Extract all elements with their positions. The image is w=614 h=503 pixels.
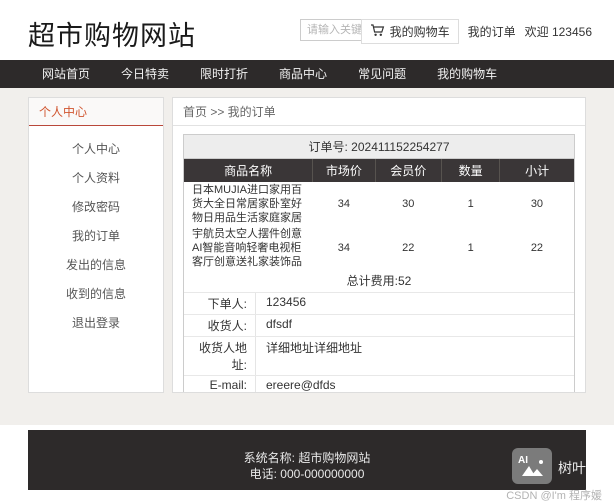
subtotal: 22	[500, 226, 574, 270]
sidebar-item[interactable]: 个人中心	[29, 134, 163, 163]
detail-row: 收货人地址: 详细地址详细地址	[184, 336, 574, 375]
order-number-value: 202411152254277	[351, 140, 449, 154]
watermark-row: AI 树叶云	[506, 448, 602, 484]
order-number-label: 订单号:	[308, 140, 347, 154]
watermark: AI 树叶云 CSDN @I'm 程序媛	[506, 448, 602, 503]
footer-system-value: 超市购物网站	[298, 451, 370, 465]
nav-item[interactable]: 我的购物车	[429, 60, 505, 88]
table-header-cell: 小计	[500, 159, 574, 182]
table-row: 宇航员太空人摆件创意AI智能音响轻奢电视柜客厅创意送礼家装饰品 34 22 1 …	[184, 226, 574, 270]
nav-item[interactable]: 常见问题	[350, 60, 414, 88]
detail-row: 收货人: dfsdf	[184, 314, 574, 336]
site-title: 超市购物网站	[28, 14, 196, 53]
table-header-cell: 市场价	[313, 159, 375, 182]
sidebar-item[interactable]: 发出的信息	[29, 250, 163, 279]
table-header-cell: 数量	[441, 159, 500, 182]
footer-system-name: 系统名称: 超市购物网站	[28, 450, 586, 466]
main-nav: 网站首页 今日特卖 限时打折 商品中心 常见问题 我的购物车	[0, 60, 614, 88]
svg-text:AI: AI	[518, 455, 528, 466]
detail-value: 详细地址详细地址	[256, 337, 574, 375]
main-content: 首页 >> 我的订单 订单号: 202411152254277 商品名称 市场价	[172, 97, 586, 393]
sidebar-item[interactable]: 收到的信息	[29, 279, 163, 308]
sidebar-item[interactable]: 我的订单	[29, 221, 163, 250]
footer-phone-label: 电话:	[250, 467, 277, 481]
order-number-row: 订单号: 202411152254277	[184, 135, 574, 159]
detail-row: E-mail: ereere@dfds	[184, 375, 574, 393]
order-details: 下单人: 123456 收货人: dfsdf 收货人地址: 详细地址详细地址	[184, 292, 574, 393]
member-price: 22	[375, 226, 441, 270]
watermark-credit: CSDN @I'm 程序媛	[506, 487, 602, 503]
detail-label: 收货人:	[184, 315, 256, 336]
breadcrumb[interactable]: 首页 >> 我的订单	[173, 98, 585, 126]
detail-label: E-mail:	[184, 376, 256, 393]
header-cart-link[interactable]: 我的购物车	[361, 19, 459, 44]
quantity: 1	[441, 182, 500, 226]
footer: 系统名称: 超市购物网站 电话: 000-000000000	[28, 430, 586, 490]
quantity: 1	[441, 226, 500, 270]
sidebar: 个人中心 个人中心 个人资料 修改密码 我的订单 发出的信息 收到的信息 退出登…	[28, 97, 164, 393]
nav-list: 网站首页 今日特卖 限时打折 商品中心 常见问题 我的购物车	[0, 60, 614, 88]
market-price: 34	[313, 226, 375, 270]
order-panel: 订单号: 202411152254277 商品名称 市场价 会员价	[183, 134, 575, 393]
member-price: 30	[375, 182, 441, 226]
nav-item[interactable]: 网站首页	[34, 60, 98, 88]
detail-label: 下单人:	[184, 293, 256, 314]
header-cart-label: 我的购物车	[390, 23, 450, 40]
footer-system-label: 系统名称:	[244, 451, 295, 465]
product-name: 日本MUJIA进口家用百货大全日常居家卧室好物日用品生活家庭家居	[184, 182, 313, 226]
nav-item[interactable]: 今日特卖	[113, 60, 177, 88]
header-links: 我的购物车 我的订单 欢迎 123456	[361, 19, 592, 44]
welcome-text: 欢迎 123456	[525, 23, 592, 40]
table-header-cell: 会员价	[375, 159, 441, 182]
sidebar-menu: 个人中心 个人资料 修改密码 我的订单 发出的信息 收到的信息 退出登录	[29, 126, 163, 337]
header: 超市购物网站 我的购物车 我的订单 欢迎 123456	[0, 0, 614, 60]
detail-value: 123456	[256, 293, 574, 314]
total-cost: 总计费用:52	[184, 270, 574, 292]
detail-value: dfsdf	[256, 315, 574, 336]
nav-item[interactable]: 限时打折	[192, 60, 256, 88]
market-price: 34	[313, 182, 375, 226]
product-name: 宇航员太空人摆件创意AI智能音响轻奢电视柜客厅创意送礼家装饰品	[184, 226, 313, 270]
table-header-row: 商品名称 市场价 会员价 数量 小计	[184, 159, 574, 182]
ai-image-icon: AI	[512, 448, 552, 484]
content-band: 个人中心 个人中心 个人资料 修改密码 我的订单 发出的信息 收到的信息 退出登…	[0, 88, 614, 425]
watermark-text: 树叶云	[558, 454, 602, 478]
subtotal: 30	[500, 182, 574, 226]
detail-label: 收货人地址:	[184, 337, 256, 375]
detail-value: ereere@dfds	[256, 376, 574, 393]
nav-item[interactable]: 商品中心	[271, 60, 335, 88]
footer-phone-value: 000-000000000	[280, 467, 364, 481]
table-row: 日本MUJIA进口家用百货大全日常居家卧室好物日用品生活家庭家居 34 30 1…	[184, 182, 574, 226]
sidebar-title: 个人中心	[29, 98, 163, 126]
table-header-cell: 商品名称	[184, 159, 313, 182]
sidebar-item[interactable]: 修改密码	[29, 192, 163, 221]
detail-row: 下单人: 123456	[184, 292, 574, 314]
watermark-text-light: 树叶	[558, 460, 586, 476]
order-items-table: 商品名称 市场价 会员价 数量 小计	[184, 159, 574, 270]
cart-icon	[370, 24, 385, 40]
footer-phone: 电话: 000-000000000	[28, 466, 586, 482]
table-body: 日本MUJIA进口家用百货大全日常居家卧室好物日用品生活家庭家居 34 30 1…	[184, 182, 574, 270]
watermark-text-bold: 云	[586, 460, 602, 477]
sidebar-item[interactable]: 个人资料	[29, 163, 163, 192]
header-orders-link[interactable]: 我的订单	[468, 23, 516, 40]
sidebar-item[interactable]: 退出登录	[29, 308, 163, 337]
